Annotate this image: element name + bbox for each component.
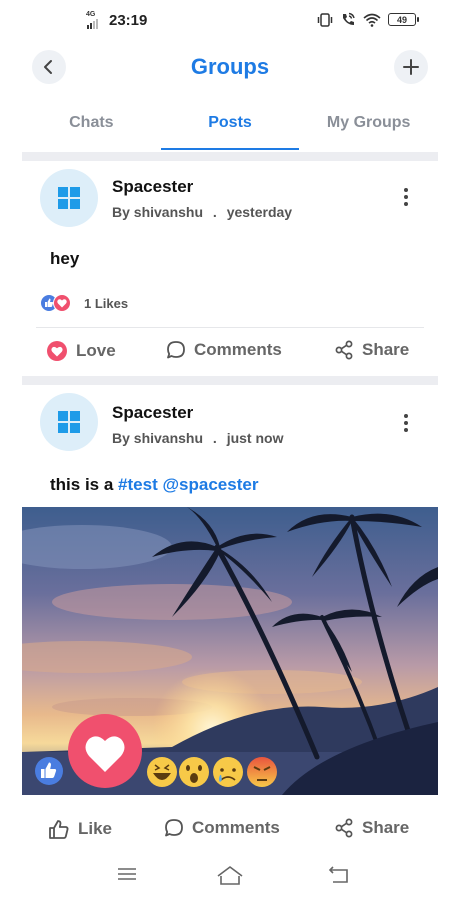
home-icon — [217, 866, 243, 885]
reactions-bar — [35, 714, 277, 788]
tab-posts[interactable]: Posts — [160, 100, 300, 152]
sad-reaction-icon[interactable] — [213, 757, 243, 787]
tab-chats[interactable]: Chats — [22, 100, 161, 152]
comments-button[interactable]: Comments — [166, 340, 282, 360]
home-nav-button[interactable] — [215, 864, 245, 891]
comment-icon — [165, 819, 183, 837]
hashtag-link[interactable]: #test — [118, 475, 158, 494]
post-actions: Like Comments Share — [22, 806, 438, 854]
more-options-icon[interactable] — [394, 185, 418, 209]
section-divider — [22, 152, 438, 161]
menu-icon — [118, 868, 136, 880]
system-nav-bar — [0, 852, 460, 900]
app-header: Groups — [0, 44, 460, 92]
tab-my-groups[interactable]: My Groups — [299, 100, 438, 152]
status-time: 23:19 — [109, 12, 148, 29]
post-author[interactable]: Spacester — [112, 403, 193, 423]
comments-button[interactable]: Comments — [164, 818, 280, 838]
angry-reaction-icon[interactable] — [247, 757, 277, 787]
vibrate-icon — [317, 12, 333, 27]
post-text: hey — [50, 249, 80, 268]
share-button[interactable]: Share — [334, 818, 409, 838]
love-reaction-icon — [53, 294, 71, 312]
post-actions: Love Comments Share — [22, 328, 438, 376]
post-card: Spacester By shivanshu . yesterday hey 1… — [22, 161, 438, 376]
post-meta: By shivanshu . just now — [112, 430, 284, 446]
likes-summary[interactable]: 1 Likes — [40, 294, 128, 312]
post-meta: By shivanshu . yesterday — [112, 204, 293, 220]
wifi-calling-icon — [343, 12, 355, 25]
avatar[interactable] — [40, 393, 98, 451]
more-options-icon[interactable] — [394, 411, 418, 435]
post-author[interactable]: Spacester — [112, 177, 193, 197]
like-reaction-icon[interactable] — [35, 757, 63, 785]
share-icon — [335, 340, 353, 360]
post-card: Spacester By shivanshu . just now this i… — [22, 385, 438, 507]
page-title: Groups — [190, 54, 270, 79]
comment-icon — [167, 341, 185, 359]
post-by: By shivanshu — [112, 204, 204, 220]
post-text: this is a #test @spacester — [50, 475, 259, 494]
like-button[interactable]: Like — [48, 818, 112, 840]
tab-bar: Chats Posts My Groups — [22, 100, 438, 152]
likes-count: 1 Likes — [84, 295, 129, 311]
group-grid-icon — [58, 411, 80, 433]
share-button[interactable]: Share — [334, 340, 409, 360]
group-grid-icon — [58, 187, 80, 209]
mention-link[interactable]: @spacester — [162, 475, 258, 494]
post-time: just now — [226, 430, 284, 446]
section-divider — [22, 376, 438, 385]
love-reaction-icon[interactable] — [68, 714, 142, 788]
back-nav-icon — [328, 866, 348, 883]
wow-reaction-icon[interactable] — [179, 757, 209, 787]
signal-icon: 4G — [86, 11, 104, 29]
status-bar: 4G 23:19 49 — [0, 0, 460, 44]
wifi-icon — [363, 13, 381, 27]
haha-reaction-icon[interactable] — [147, 757, 177, 787]
menu-nav-button[interactable] — [116, 864, 138, 889]
plus-icon — [403, 59, 419, 75]
post-by: By shivanshu — [112, 430, 204, 446]
back-nav-button[interactable] — [327, 864, 351, 891]
love-button[interactable]: Love — [46, 340, 116, 362]
battery-icon: 49 — [388, 13, 419, 26]
add-button[interactable] — [394, 50, 428, 84]
love-icon — [47, 341, 67, 361]
thumbs-up-icon — [49, 820, 69, 839]
share-icon — [335, 818, 353, 838]
avatar[interactable] — [40, 169, 98, 227]
post-time: yesterday — [226, 204, 293, 220]
post-image[interactable] — [22, 507, 438, 795]
